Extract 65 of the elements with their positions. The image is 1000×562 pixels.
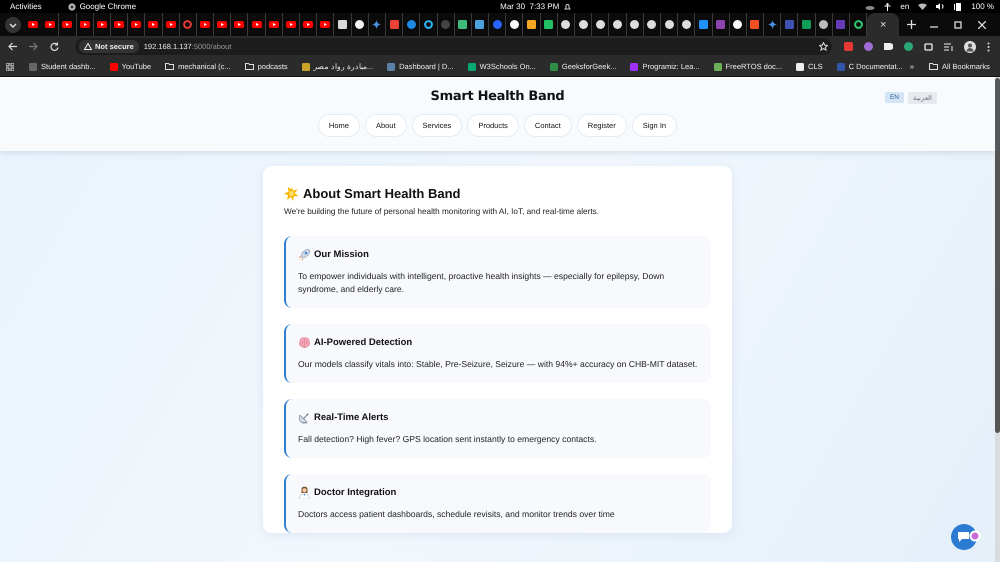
maximize-icon[interactable]: [954, 20, 962, 28]
wifi-icon: [918, 3, 928, 10]
feature-title: AI-Powered Detection: [314, 337, 412, 348]
video-play-icon: [166, 21, 176, 28]
feature-text: Fall detection? High fever? GPS location sent instantly to emergency contacts.: [298, 433, 598, 446]
apps-grid-icon[interactable]: [6, 62, 14, 70]
video-play-icon: [320, 21, 330, 28]
video-play-icon: [234, 21, 244, 28]
doctor-icon: [298, 486, 311, 499]
feature-title: Real-Time Alerts: [314, 412, 388, 423]
star-icon: [284, 186, 299, 201]
chrome-icon: [68, 2, 76, 10]
close-icon[interactable]: ×: [880, 18, 886, 30]
clock[interactable]: Mar 30 7:33 PM: [500, 2, 560, 11]
video-play-icon: [217, 21, 228, 28]
cloud-icon: [865, 4, 876, 10]
satellite-dish-icon: [298, 411, 311, 424]
extension-icon[interactable]: [884, 42, 893, 51]
feature-text: Doctors access patient dashboards, schedule revisits, and monitor trends over time: [298, 508, 616, 521]
site-title: Smart Health Band: [430, 89, 564, 104]
reload-icon[interactable]: [50, 42, 59, 51]
feature-text: To empower individuals with intelligent, proactive health insights — especially for epilepsy, Down syndrome, and elderly care.: [298, 270, 666, 296]
accessibility-icon: [884, 2, 892, 10]
chat-button-icon[interactable]: [951, 523, 981, 551]
profile-avatar-icon[interactable]: [964, 40, 976, 52]
battery-icon: [954, 2, 962, 11]
video-play-icon: [28, 21, 38, 28]
section-title: About Smart Health Band: [303, 186, 460, 201]
video-play-icon: [114, 21, 124, 28]
app-name: Google Chrome: [80, 2, 136, 11]
brain-icon: [298, 336, 311, 349]
feature-title: Our Mission: [314, 249, 369, 260]
tab-search-dropdown-icon[interactable]: [5, 16, 21, 32]
video-play-icon: [252, 21, 262, 28]
video-play-icon: [62, 21, 72, 28]
video-play-icon: [131, 21, 142, 28]
rocket-icon: [298, 248, 311, 261]
video-play-icon: [286, 21, 296, 28]
video-play-icon: [303, 21, 314, 28]
volume-icon: [936, 3, 946, 10]
bell-icon: [564, 2, 572, 10]
bookmark-star-icon[interactable]: [819, 42, 828, 51]
feature-text: Our models classify vitals into: Stable, Pre-Seizure, Seizure — with 94%+ accuracy on CHB-MIT dataset.: [298, 358, 698, 371]
folder-icon: [165, 63, 174, 70]
battery-level: 100 %: [971, 2, 994, 11]
video-play-icon: [148, 21, 158, 28]
video-play-icon: [45, 21, 56, 28]
activities-button[interactable]: Activities: [10, 2, 42, 11]
warning-icon: [84, 43, 92, 50]
video-play-icon: [200, 21, 210, 28]
video-play-icon: [96, 21, 107, 28]
back-icon[interactable]: [8, 42, 17, 51]
keyboard-language[interactable]: en: [900, 2, 910, 11]
section-subtitle: We're building the future of personal health monitoring with AI, IoT, and real-time alerts.: [284, 206, 600, 218]
new-tab-icon[interactable]: [907, 20, 916, 29]
menu-icon[interactable]: [987, 42, 990, 52]
forward-icon[interactable]: [29, 42, 38, 51]
scrollbar-thumb[interactable]: [995, 78, 1000, 433]
folder-icon: [928, 63, 938, 70]
video-play-icon: [268, 21, 279, 28]
video-play-icon: [80, 21, 90, 28]
folder-icon: [244, 63, 254, 70]
close-icon[interactable]: [978, 20, 986, 28]
feature-title: Doctor Integration: [314, 487, 396, 498]
browser-tab[interactable]: ×: [867, 13, 900, 36]
